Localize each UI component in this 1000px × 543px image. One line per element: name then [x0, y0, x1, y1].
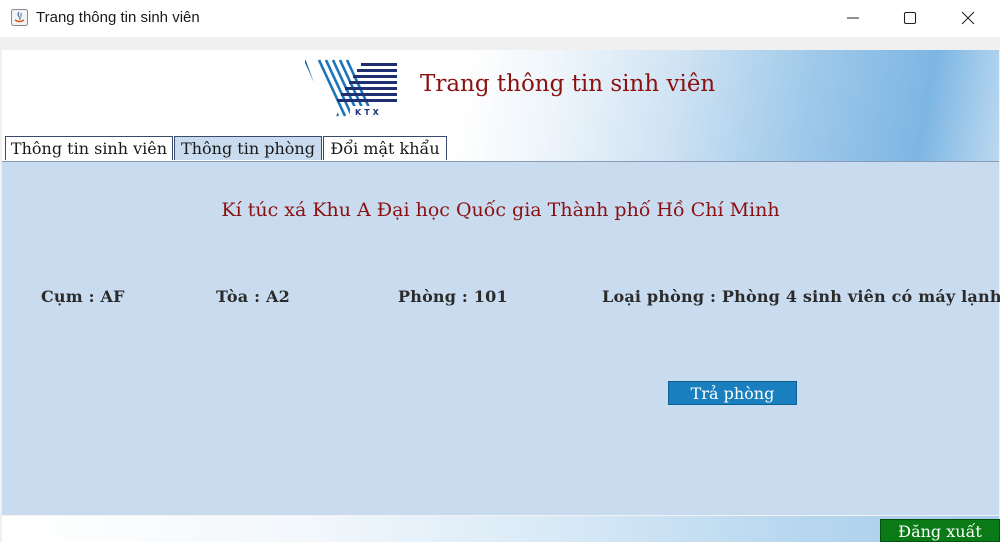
footer-bar [2, 516, 999, 542]
dorm-name: Kí túc xá Khu A Đại học Quốc gia Thành p… [221, 199, 780, 221]
maximize-button[interactable] [887, 0, 933, 36]
tab-thong-tin-sinh-vien[interactable]: Thông tin sinh viên [5, 136, 173, 160]
tab-doi-mat-khau[interactable]: Đổi mật khẩu [323, 136, 447, 160]
page-title: Trang thông tin sinh viên [420, 71, 716, 97]
window-title: Trang thông tin sinh viên [36, 9, 200, 26]
close-button[interactable] [945, 0, 991, 36]
java-app-icon [11, 9, 28, 26]
ktx-logo: KTX [305, 58, 397, 118]
logout-button[interactable]: Đăng xuất [880, 519, 1000, 542]
minimize-button[interactable] [830, 0, 876, 36]
cluster-label: Cụm : AF [41, 287, 125, 306]
building-label: Tòa : A2 [216, 287, 290, 306]
room-type-label: Loại phòng : Phòng 4 sinh viên có máy lạ… [602, 287, 1000, 306]
window-titlebar: Trang thông tin sinh viên [0, 0, 1000, 37]
maximize-icon [903, 11, 917, 25]
close-icon [961, 11, 975, 25]
room-number-label: Phòng : 101 [398, 287, 508, 306]
minimize-icon [847, 17, 859, 19]
tab-thong-tin-phong[interactable]: Thông tin phòng [174, 136, 322, 160]
logo-text: KTX [355, 108, 382, 117]
room-info-panel: Kí túc xá Khu A Đại học Quốc gia Thành p… [2, 161, 1000, 515]
return-room-button[interactable]: Trả phòng [668, 381, 797, 405]
